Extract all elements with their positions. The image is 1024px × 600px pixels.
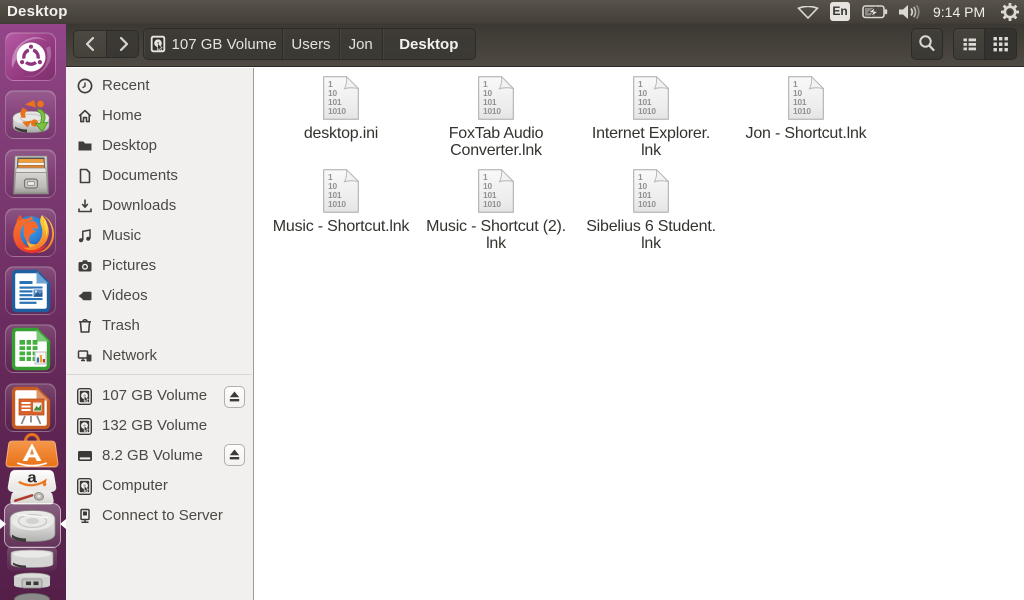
svg-text:1010: 1010 bbox=[793, 106, 811, 116]
svg-text:1010: 1010 bbox=[638, 106, 656, 116]
svg-text:1010: 1010 bbox=[328, 106, 346, 116]
svg-text:1010: 1010 bbox=[483, 199, 501, 209]
svg-text:1010: 1010 bbox=[638, 199, 656, 209]
svg-text:1010: 1010 bbox=[328, 199, 346, 209]
svg-text:1010: 1010 bbox=[483, 106, 501, 116]
